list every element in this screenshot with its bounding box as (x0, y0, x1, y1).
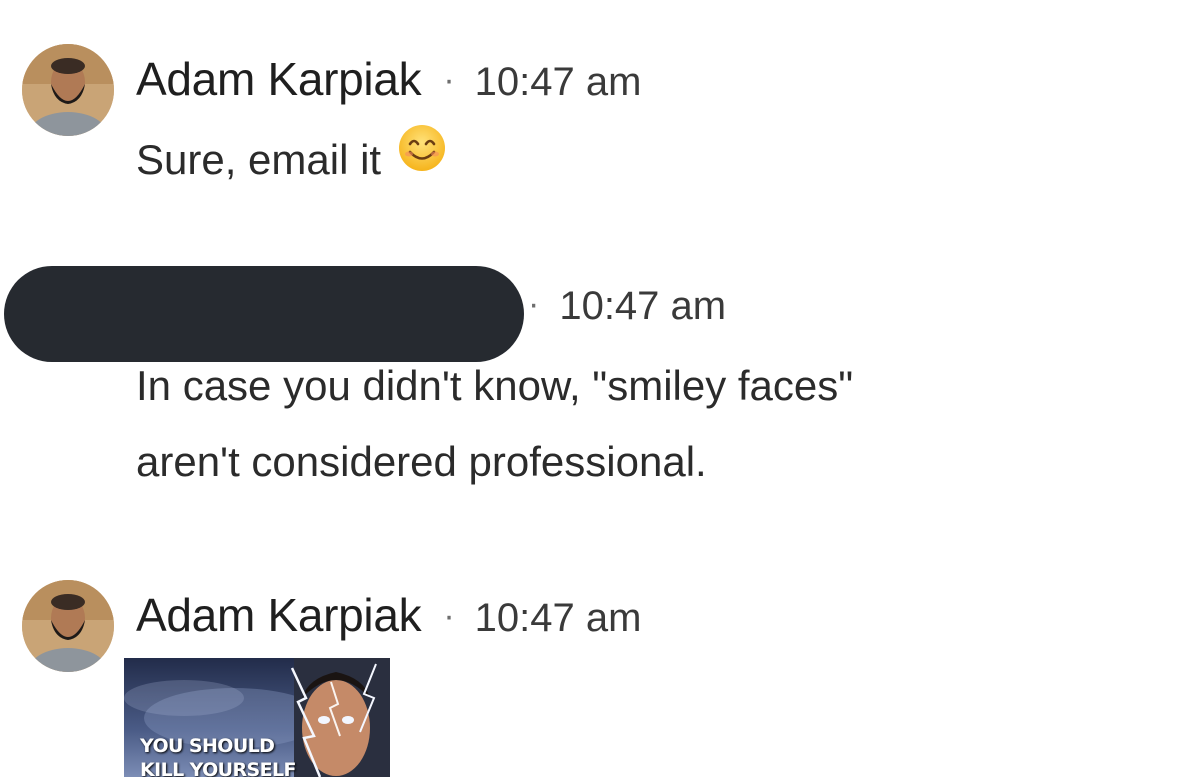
image-attachment[interactable]: YOU SHOULD KILL YOURSELF (124, 658, 390, 777)
sender-name[interactable]: Adam Karpiak (136, 588, 422, 642)
avatar[interactable] (22, 580, 114, 672)
avatar-photo-icon (22, 580, 114, 672)
meme-caption-line: YOU SHOULD (140, 735, 275, 757)
timestamp: 10:47 am (474, 596, 642, 640)
message-3: Adam Karpiak · 10:47 am YOU SHOULD KILL … (0, 0, 1200, 777)
message-header: Adam Karpiak · 10:47 am (136, 588, 641, 642)
meme-caption-line: KILL YOURSELF (140, 759, 296, 777)
meme-caption: YOU SHOULD KILL YOURSELF (140, 734, 296, 777)
separator-dot: · (443, 597, 455, 635)
